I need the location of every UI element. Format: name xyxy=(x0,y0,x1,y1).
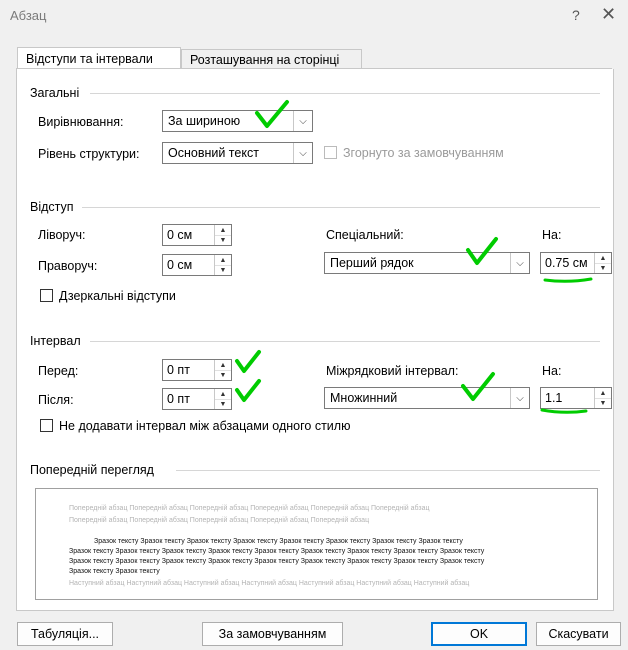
spinner-buttons: ▲ ▼ xyxy=(214,389,231,409)
outline-level-label: Рівень структури: xyxy=(38,147,140,161)
alignment-label: Вирівнювання: xyxy=(38,115,124,129)
preview-box: Попередній абзац Попередній абзац Попере… xyxy=(35,488,598,600)
spin-down-icon[interactable]: ▼ xyxy=(215,370,231,380)
mirror-indents-label: Дзеркальні відступи xyxy=(59,289,176,303)
tab-indents-spacing[interactable]: Відступи та інтервали xyxy=(17,47,181,70)
spinner-buttons: ▲ ▼ xyxy=(214,255,231,275)
chevron-down-icon[interactable]: ⌵ xyxy=(510,253,529,273)
spacing-after-label: Після: xyxy=(38,393,74,407)
preview-sample-line: Зразок тексту Зразок тексту Зразок текст… xyxy=(69,548,485,555)
spin-down-icon[interactable]: ▼ xyxy=(595,398,611,408)
indent-left-input[interactable]: 0 см ▲ ▼ xyxy=(162,224,232,246)
spacing-before-value: 0 пт xyxy=(167,363,190,377)
preview-sample-line: Зразок тексту Зразок тексту xyxy=(69,568,160,575)
spin-down-icon[interactable]: ▼ xyxy=(215,265,231,275)
outline-level-value: Основний текст xyxy=(168,146,259,160)
spacing-at-label: На: xyxy=(542,364,562,378)
tab-line-page-breaks[interactable]: Розташування на сторінці xyxy=(181,49,362,69)
indent-right-input[interactable]: 0 см ▲ ▼ xyxy=(162,254,232,276)
alignment-value: За шириною xyxy=(168,114,241,128)
collapsed-checkbox[interactable] xyxy=(324,146,337,159)
spinner-buttons: ▲ ▼ xyxy=(594,388,611,408)
outline-level-select[interactable]: Основний текст ⌵ xyxy=(162,142,313,164)
special-indent-select[interactable]: Перший рядок ⌵ xyxy=(324,252,530,274)
preview-previous-line: Попередній абзац Попередній абзац Попере… xyxy=(69,505,430,512)
indent-right-label: Праворуч: xyxy=(38,259,98,273)
cancel-button[interactable]: Скасувати xyxy=(536,622,621,646)
spacing-at-value: 1.1 xyxy=(545,391,563,405)
preview-next-line: Наступний абзац Наступний абзац Наступни… xyxy=(69,580,470,587)
spinner-buttons: ▲ ▼ xyxy=(594,253,611,273)
chevron-down-icon[interactable]: ⌵ xyxy=(293,143,312,163)
spin-down-icon[interactable]: ▼ xyxy=(215,399,231,409)
spacing-section-title: Інтервал xyxy=(30,334,81,348)
preview-separator xyxy=(176,470,600,471)
indent-by-input[interactable]: 0.75 см ▲ ▼ xyxy=(540,252,612,274)
general-separator xyxy=(90,93,600,94)
indent-by-label: На: xyxy=(542,228,562,242)
spacing-separator xyxy=(90,341,600,342)
indent-left-value: 0 см xyxy=(167,228,193,242)
preview-previous-line: Попередній абзац Попередній абзац Попере… xyxy=(69,517,370,524)
spinner-buttons: ▲ ▼ xyxy=(214,360,231,380)
chevron-down-icon[interactable]: ⌵ xyxy=(510,388,529,408)
ok-button[interactable]: OK xyxy=(431,622,527,646)
line-spacing-label: Міжрядковий інтервал: xyxy=(326,364,459,378)
special-indent-value: Перший рядок xyxy=(330,256,414,270)
chevron-down-icon[interactable]: ⌵ xyxy=(293,111,312,131)
spacing-before-label: Перед: xyxy=(38,364,79,378)
preview-sample-line: Зразок тексту Зразок тексту Зразок текст… xyxy=(69,558,485,565)
line-spacing-value: Множинний xyxy=(330,391,398,405)
preview-sample-line: Зразок тексту Зразок тексту Зразок текст… xyxy=(94,538,463,545)
spacing-before-input[interactable]: 0 пт ▲ ▼ xyxy=(162,359,232,381)
general-section-title: Загальні xyxy=(30,86,80,100)
special-indent-label: Спеціальний: xyxy=(326,228,404,242)
indent-right-value: 0 см xyxy=(167,258,193,272)
indent-by-value: 0.75 см xyxy=(545,256,588,270)
close-icon[interactable]: ✕ xyxy=(601,4,616,25)
spin-down-icon[interactable]: ▼ xyxy=(595,263,611,273)
spacing-after-input[interactable]: 0 пт ▲ ▼ xyxy=(162,388,232,410)
line-spacing-select[interactable]: Множинний ⌵ xyxy=(324,387,530,409)
set-default-button[interactable]: За замовчуванням xyxy=(202,622,343,646)
alignment-select[interactable]: За шириною ⌵ xyxy=(162,110,313,132)
spacing-at-input[interactable]: 1.1 ▲ ▼ xyxy=(540,387,612,409)
spinner-buttons: ▲ ▼ xyxy=(214,225,231,245)
indent-separator xyxy=(82,207,600,208)
indent-left-label: Ліворуч: xyxy=(38,228,86,242)
collapsed-label: Згорнуто за замовчуванням xyxy=(343,146,504,160)
help-icon[interactable]: ? xyxy=(572,7,580,23)
dont-add-space-label: Не додавати інтервал між абзацами одного… xyxy=(59,419,351,433)
spacing-after-value: 0 пт xyxy=(167,392,190,406)
indent-section-title: Відступ xyxy=(30,200,74,214)
dialog-title: Абзац xyxy=(10,8,47,23)
dont-add-space-checkbox[interactable] xyxy=(40,419,53,432)
preview-section-title: Попередній перегляд xyxy=(30,463,154,477)
spin-down-icon[interactable]: ▼ xyxy=(215,235,231,245)
mirror-indents-checkbox[interactable] xyxy=(40,289,53,302)
tabs-button[interactable]: Табуляція... xyxy=(17,622,113,646)
